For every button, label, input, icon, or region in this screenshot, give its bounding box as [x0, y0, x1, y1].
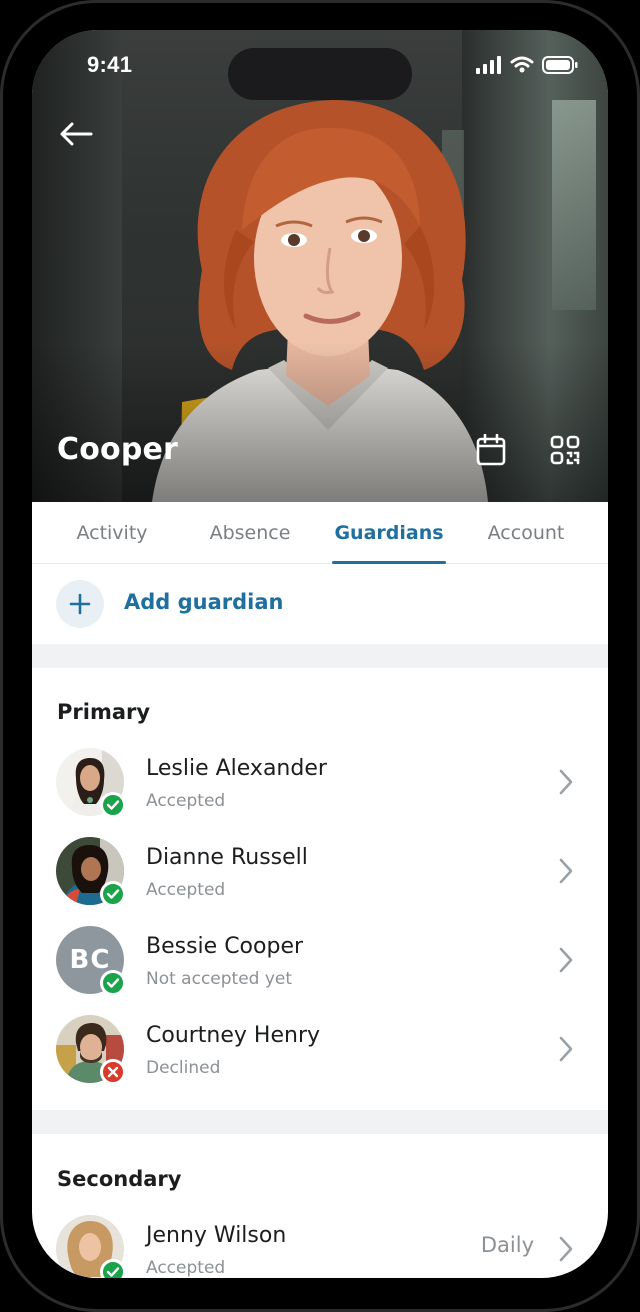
guardian-status: Accepted — [146, 1258, 226, 1278]
back-arrow-icon — [60, 122, 93, 146]
avatar: BC — [56, 926, 126, 996]
check-icon — [106, 800, 120, 810]
back-button[interactable] — [56, 116, 96, 152]
guardian-name: Dianne Russell — [146, 845, 308, 870]
status-time: 9:41 — [87, 52, 133, 77]
status-badge — [100, 970, 126, 996]
calendar-button[interactable] — [471, 430, 511, 470]
tab-guardians[interactable]: Guardians — [332, 502, 446, 564]
guardian-row[interactable]: Leslie Alexander Accepted — [32, 738, 608, 827]
section-title-primary: Primary — [57, 700, 151, 724]
cross-icon — [107, 1066, 119, 1078]
guardian-status: Accepted — [146, 791, 226, 811]
guardian-name: Jenny Wilson — [146, 1223, 287, 1248]
guardian-name: Leslie Alexander — [146, 756, 327, 781]
avatar — [56, 748, 126, 818]
avatar — [56, 1215, 126, 1278]
notification-frequency: Daily — [480, 1233, 534, 1257]
chevron-right-icon — [559, 769, 573, 795]
add-circle — [56, 580, 104, 628]
tab-account[interactable]: Account — [458, 502, 594, 564]
avatar — [56, 1015, 126, 1085]
section-title-secondary: Secondary — [57, 1167, 182, 1191]
guardian-name: Bessie Cooper — [146, 934, 304, 959]
chevron — [554, 768, 578, 796]
section-divider — [32, 1110, 608, 1134]
screen: 9:41 Cooper Activity Absence Guardians A… — [32, 30, 608, 1278]
tab-absence[interactable]: Absence — [182, 502, 318, 564]
photo-gradient-overlay — [32, 342, 608, 502]
wifi-icon — [510, 56, 534, 73]
battery-icon — [542, 56, 578, 74]
chevron — [554, 1035, 578, 1063]
status-badge — [100, 1259, 126, 1278]
chevron-right-icon — [559, 858, 573, 884]
add-guardian-label: Add guardian — [124, 590, 284, 614]
guardian-row[interactable]: Courtney Henry Declined — [32, 1005, 608, 1094]
qr-code-icon — [550, 435, 580, 465]
profile-tabs: Activity Absence Guardians Account — [32, 502, 608, 564]
add-guardian-button[interactable]: Add guardian — [32, 564, 608, 644]
plus-icon — [69, 593, 91, 615]
chevron — [554, 946, 578, 974]
chevron-right-icon — [559, 1236, 573, 1262]
guardian-name: Courtney Henry — [146, 1023, 321, 1048]
dynamic-island — [228, 48, 412, 100]
qr-code-button[interactable] — [545, 430, 585, 470]
guardian-row[interactable]: Jenny Wilson Accepted Daily — [32, 1205, 608, 1278]
avatar — [56, 837, 126, 907]
student-name: Cooper — [57, 432, 179, 467]
chevron-right-icon — [559, 947, 573, 973]
section-divider — [32, 644, 608, 668]
guardian-status: Accepted — [146, 880, 226, 900]
calendar-icon — [476, 434, 506, 466]
chevron — [554, 1235, 578, 1263]
check-icon — [106, 1267, 120, 1277]
guardian-row[interactable]: Dianne Russell Accepted — [32, 827, 608, 916]
signal-icon — [476, 56, 501, 74]
guardian-status: Declined — [146, 1058, 221, 1078]
chevron — [554, 857, 578, 885]
check-icon — [106, 889, 120, 899]
chevron-right-icon — [559, 1036, 573, 1062]
tab-activity[interactable]: Activity — [44, 502, 180, 564]
guardian-status: Not accepted yet — [146, 969, 293, 989]
status-icons — [476, 56, 578, 74]
guardian-row[interactable]: BC Bessie Cooper Not accepted yet — [32, 916, 608, 1005]
status-badge — [100, 792, 126, 818]
status-bar: 9:41 — [32, 30, 608, 102]
status-badge — [100, 1059, 126, 1085]
status-badge — [100, 881, 126, 907]
profile-hero-photo: 9:41 Cooper — [32, 30, 608, 502]
check-icon — [106, 978, 120, 988]
